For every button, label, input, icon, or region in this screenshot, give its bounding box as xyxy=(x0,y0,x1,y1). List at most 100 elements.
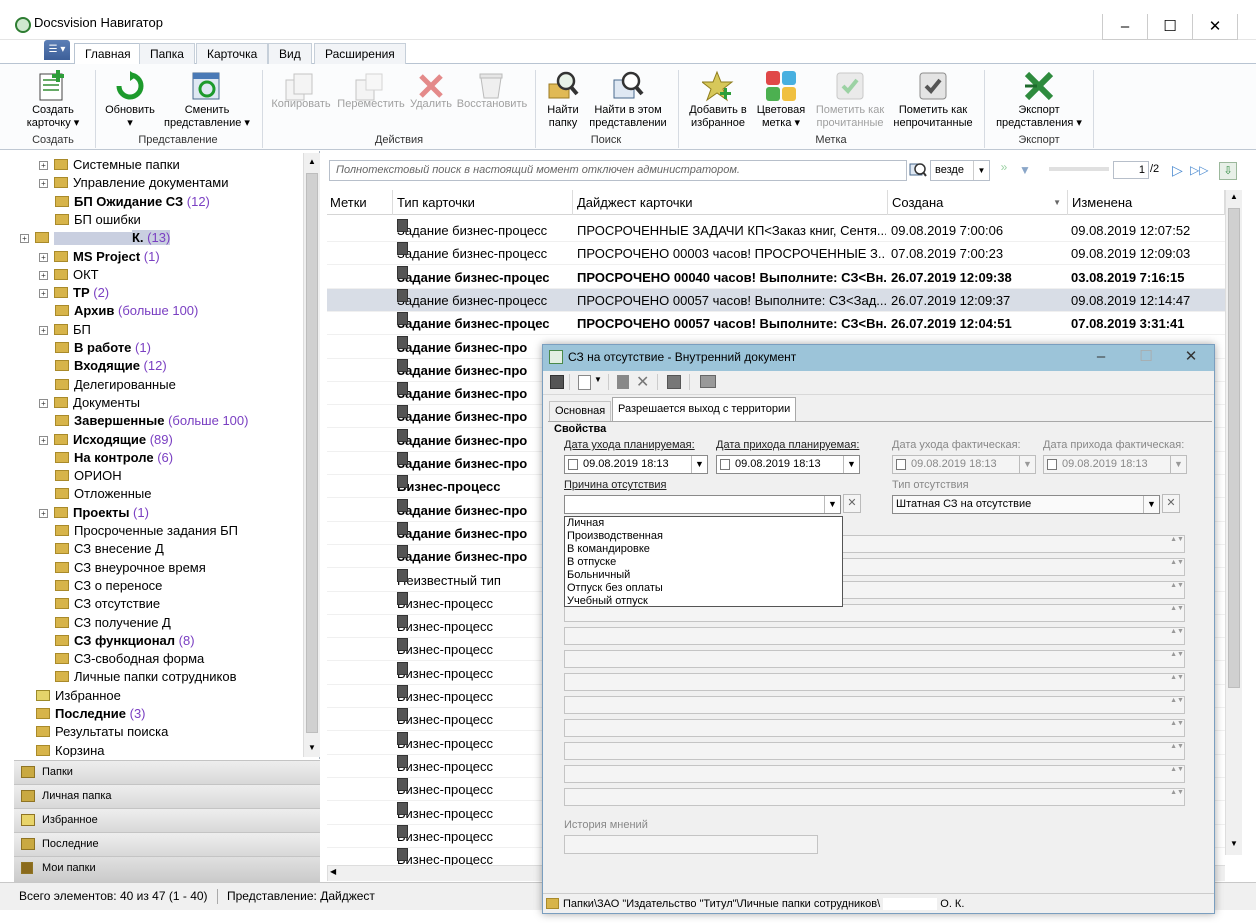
tree-item[interactable]: ОРИОН xyxy=(39,467,122,485)
tree-item[interactable]: СЗ функционал (8) xyxy=(39,632,195,650)
tab-view[interactable]: Вид xyxy=(268,43,312,64)
scroll-up-icon[interactable]: ▲ xyxy=(306,155,318,169)
tree-item[interactable]: + Управление документами xyxy=(39,174,228,192)
fulltext-search-input[interactable]: Полнотекстовый поиск в настоящий момент … xyxy=(329,160,907,181)
tree-item[interactable]: Входящие (12) xyxy=(39,357,167,375)
checkbox[interactable] xyxy=(568,459,578,470)
tree-item[interactable]: Избранное xyxy=(20,687,121,705)
tree-item[interactable]: Корзина xyxy=(20,742,105,757)
tab-card[interactable]: Карточка xyxy=(196,43,269,64)
page-slider[interactable] xyxy=(1049,167,1109,171)
chevron-down-icon[interactable]: ▼ xyxy=(824,496,840,513)
tree-item[interactable]: + БП xyxy=(39,321,91,339)
tree-item[interactable]: БП ошибки xyxy=(39,211,141,229)
find-in-view-button[interactable]: Найти в этом представлении xyxy=(586,70,670,130)
search-scope-select[interactable]: везде ▼ xyxy=(930,160,990,181)
dropdown-option[interactable]: Личная xyxy=(567,517,842,530)
col-created[interactable]: Создана ▼ xyxy=(889,190,1068,215)
add-favorite-button[interactable]: Добавить в избранное xyxy=(684,70,752,130)
dropdown-option[interactable]: Больничный xyxy=(567,569,842,582)
tree-item[interactable]: Просроченные задания БП xyxy=(39,522,238,540)
chevron-down-icon[interactable]: ▼ xyxy=(691,456,707,473)
tree-item[interactable]: + Системные папки xyxy=(39,156,180,174)
export-view-button[interactable]: Экспорт представления ▾ xyxy=(990,70,1088,130)
planned-return-field[interactable]: 09.08.2019 18:13 ▼ xyxy=(716,455,860,474)
expand-icon[interactable]: + xyxy=(39,289,48,299)
tab-folder[interactable]: Папка xyxy=(139,43,195,64)
search-go-icon[interactable]: » xyxy=(994,160,1014,180)
last-page-icon[interactable]: ▷▷ xyxy=(1190,162,1208,178)
chevron-down-icon[interactable]: ▼ xyxy=(843,456,859,473)
mark-unread-button[interactable]: Пометить как непрочитанные xyxy=(889,70,977,130)
tree-item[interactable]: СЗ о переносе xyxy=(39,577,162,595)
expand-icon[interactable]: + xyxy=(20,234,29,244)
tree-item[interactable]: На контроле (6) xyxy=(39,449,173,467)
tree-item[interactable]: СЗ-свободная форма xyxy=(39,650,204,668)
expand-icon[interactable]: + xyxy=(39,435,48,445)
clear-type-button[interactable]: ✕ xyxy=(1162,494,1180,513)
tree-item[interactable]: Архив (больше 100) xyxy=(39,302,198,320)
dropdown-option[interactable]: В отпуске xyxy=(567,556,842,569)
dropdown-option[interactable]: Отпуск без оплаты xyxy=(567,582,842,595)
close-button[interactable]: ✕ xyxy=(1192,14,1238,40)
tree-scrollbar[interactable]: ▲ ▼ xyxy=(303,153,320,757)
tree-item[interactable]: СЗ внесение Д xyxy=(39,540,164,558)
clear-reason-button[interactable]: ✕ xyxy=(843,494,861,513)
table-row[interactable]: Задание бизнес-процес ПРОСРОЧЕНО 00040 ча… xyxy=(327,265,1225,289)
new-file-icon[interactable] xyxy=(578,375,591,390)
color-mark-button[interactable]: Цветовая метка ▾ xyxy=(753,70,809,130)
scroll-thumb[interactable] xyxy=(306,173,318,733)
expand-icon[interactable]: + xyxy=(39,508,48,518)
col-changed[interactable]: Изменена xyxy=(1069,190,1225,215)
mark-read-button[interactable]: Пометить как прочитанные xyxy=(811,70,889,130)
chevron-down-icon[interactable]: ▼ xyxy=(594,375,602,384)
nav-folders-button[interactable]: Папки xyxy=(14,760,320,784)
tab-exit-permission[interactable]: Разрешается выход с территории xyxy=(612,397,797,421)
tree-item[interactable]: Последние (3) xyxy=(20,705,146,723)
change-view-button[interactable]: Сменить представление ▾ xyxy=(160,70,254,130)
page-number-input[interactable]: 1 xyxy=(1113,161,1149,179)
expand-icon[interactable]: + xyxy=(39,179,48,189)
tab-home[interactable]: Главная xyxy=(74,43,142,65)
expand-icon[interactable]: + xyxy=(39,270,48,280)
download-icon[interactable]: ⇩ xyxy=(1219,162,1237,180)
dialog-close-button[interactable]: ✕ xyxy=(1171,345,1211,371)
delete-icon[interactable]: ✕ xyxy=(636,372,649,392)
app-menu-button[interactable]: ☰ ▾ xyxy=(44,40,70,60)
refresh-button[interactable]: Обновить ▾ xyxy=(99,70,161,130)
expand-icon[interactable]: + xyxy=(39,252,48,262)
tree-item[interactable]: СЗ отсутствие xyxy=(39,595,160,613)
tree-item[interactable]: + ТР (2) xyxy=(39,284,109,302)
col-digest[interactable]: Дайджест карточки xyxy=(574,190,888,215)
attach-icon[interactable] xyxy=(617,375,629,389)
print-icon[interactable] xyxy=(700,375,716,388)
chevron-down-icon[interactable]: ▼ xyxy=(1143,496,1159,513)
tree-item[interactable]: + Исходящие (89) xyxy=(39,431,173,449)
save-icon[interactable] xyxy=(550,375,564,389)
tree-item[interactable]: Делегированные xyxy=(39,376,176,394)
dialog-minimize-button[interactable]: – xyxy=(1081,345,1121,371)
tree-item[interactable]: В работе (1) xyxy=(39,339,151,357)
col-card-type[interactable]: Тип карточки xyxy=(394,190,573,215)
expand-icon[interactable]: + xyxy=(39,325,48,335)
tree-item[interactable]: + MS Project (1) xyxy=(39,248,160,266)
scroll-left-icon[interactable]: ◀ xyxy=(330,867,336,876)
tree-item[interactable]: + К. (13) xyxy=(20,229,171,247)
dropdown-option[interactable]: Учебный отпуск xyxy=(567,595,842,608)
tree-item[interactable]: БП Ожидание СЗ (12) xyxy=(39,193,210,211)
tree-item[interactable]: Завершенные (больше 100) xyxy=(39,412,248,430)
grid-vscrollbar[interactable]: ▲ ▼ xyxy=(1225,190,1242,855)
planned-leave-field[interactable]: 09.08.2019 18:13 ▼ xyxy=(564,455,708,474)
tree-item[interactable]: СЗ получение Д xyxy=(39,614,171,632)
reason-select[interactable]: ▼ xyxy=(564,495,841,514)
tab-main[interactable]: Основная xyxy=(549,401,612,421)
filter-icon[interactable]: ▼ xyxy=(1017,163,1033,177)
nav-favorites-button[interactable]: Избранное xyxy=(14,808,320,832)
scroll-up-icon[interactable]: ▲ xyxy=(1228,192,1240,206)
dropdown-option[interactable]: Производственная xyxy=(567,530,842,543)
tree-item[interactable]: + Документы xyxy=(39,394,140,412)
dialog-maximize-button[interactable]: ☐ xyxy=(1126,345,1166,371)
scroll-thumb[interactable] xyxy=(1228,208,1240,688)
absence-type-select[interactable]: Штатная СЗ на отсутствие ▼ xyxy=(892,495,1160,514)
col-marks[interactable]: Метки xyxy=(327,190,393,215)
